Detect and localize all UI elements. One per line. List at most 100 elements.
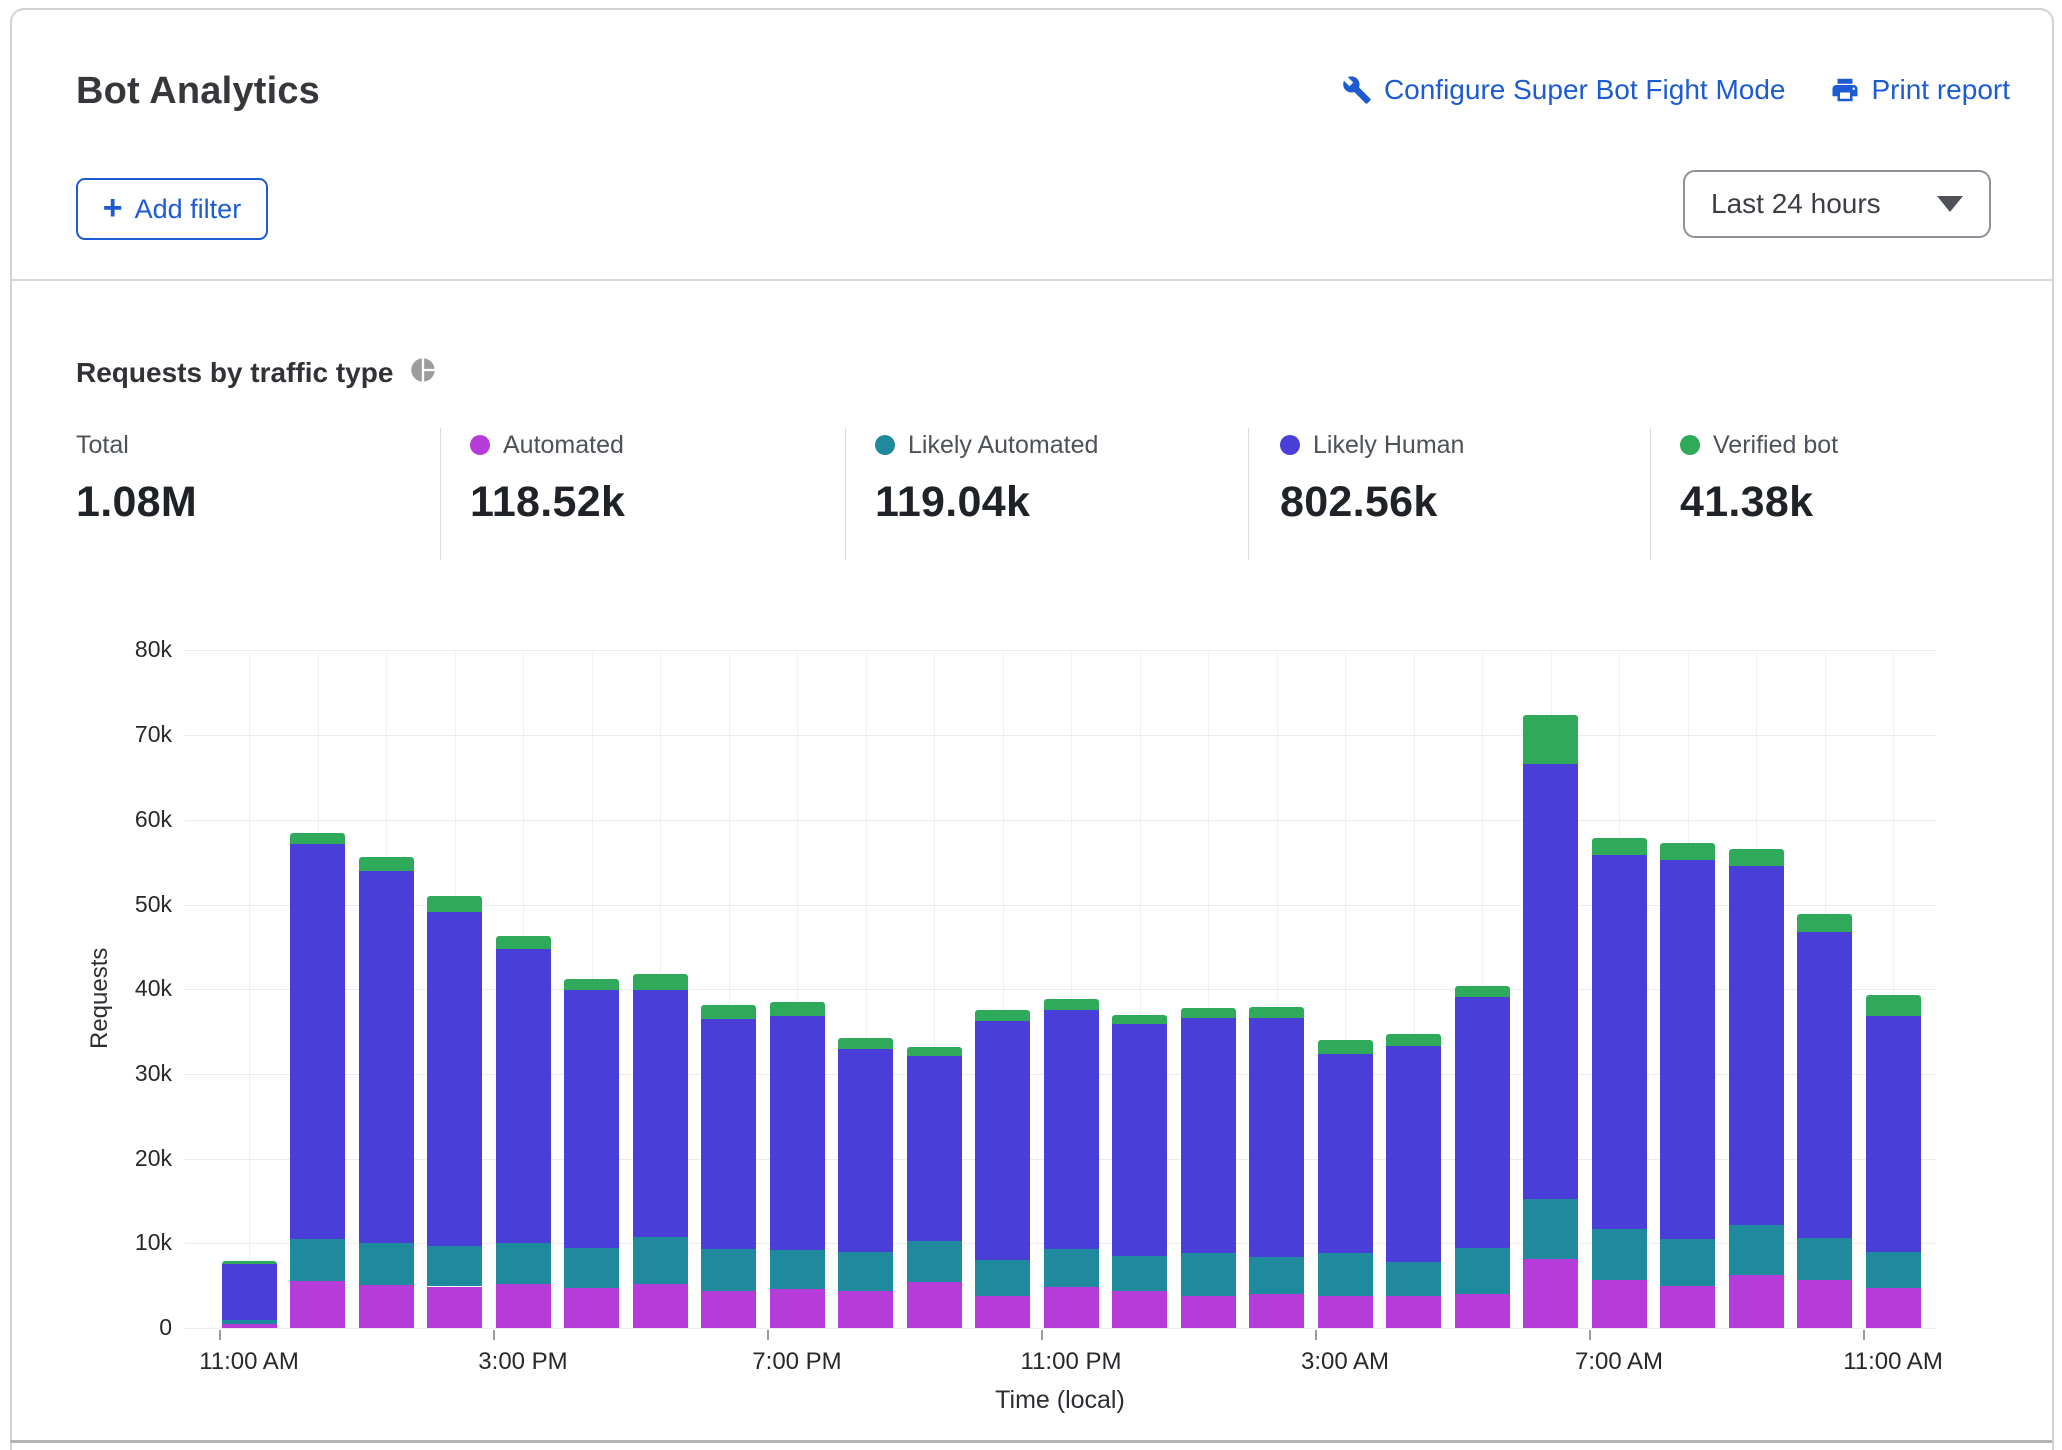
segment-likely-human	[564, 990, 619, 1248]
segment-likely-human	[1112, 1024, 1167, 1256]
segment-likely-human	[427, 912, 482, 1246]
time-range-dropdown[interactable]: Last 24 hours	[1683, 170, 1991, 238]
print-report-link[interactable]: Print report	[1830, 74, 2011, 106]
segment-likely-automated	[496, 1243, 551, 1284]
segment-likely-automated	[222, 1320, 277, 1324]
chart-bar[interactable]	[1866, 650, 1921, 1328]
chart-bar[interactable]	[1729, 650, 1784, 1328]
chart-bar[interactable]	[701, 650, 756, 1328]
y-axis-tick-label: 40k	[60, 975, 172, 1002]
y-axis-tick-label: 0	[60, 1314, 172, 1341]
x-axis-tick-label: 3:00 AM	[1245, 1348, 1445, 1376]
segment-verified-bot	[770, 1002, 825, 1016]
time-range-value: Last 24 hours	[1711, 188, 1881, 220]
configure-super-bot-fight-mode-link[interactable]: Configure Super Bot Fight Mode	[1342, 74, 1786, 106]
segment-verified-bot	[359, 857, 414, 871]
segment-verified-bot	[1044, 999, 1099, 1011]
x-axis-tick	[1041, 1330, 1043, 1340]
chart-bar[interactable]	[427, 650, 482, 1328]
segment-likely-automated	[290, 1239, 345, 1281]
segment-likely-automated	[1181, 1253, 1236, 1295]
chart-bar[interactable]	[907, 650, 962, 1328]
chart-bar[interactable]	[1318, 650, 1373, 1328]
chart-bar[interactable]	[1044, 650, 1099, 1328]
segment-likely-human	[1181, 1018, 1236, 1253]
chart-bar[interactable]	[1386, 650, 1441, 1328]
stat-likely-human: Likely Human 802.56k	[1280, 430, 1464, 527]
segment-likely-human	[1318, 1054, 1373, 1253]
x-axis-tick-label: 7:00 PM	[697, 1348, 897, 1376]
chart-bar[interactable]	[1455, 650, 1510, 1328]
likely-automated-legend-dot	[875, 435, 895, 455]
segment-likely-human	[1797, 932, 1852, 1238]
chart-bar[interactable]	[1181, 650, 1236, 1328]
segment-automated	[222, 1324, 277, 1328]
chart-bar[interactable]	[1523, 650, 1578, 1328]
page-title: Bot Analytics	[76, 70, 320, 113]
segment-likely-human	[1866, 1016, 1921, 1251]
segment-verified-bot	[290, 833, 345, 844]
chart-bar[interactable]	[290, 650, 345, 1328]
segment-automated	[633, 1284, 688, 1328]
chart-bar[interactable]	[633, 650, 688, 1328]
stat-likely-human-label: Likely Human	[1313, 431, 1464, 460]
chart-bar[interactable]	[1797, 650, 1852, 1328]
segment-verified-bot	[1249, 1007, 1304, 1018]
y-axis-tick-label: 80k	[60, 636, 172, 663]
segment-automated	[1249, 1294, 1304, 1328]
segment-automated	[1318, 1296, 1373, 1328]
chart-bar[interactable]	[1660, 650, 1715, 1328]
stat-divider	[1248, 428, 1249, 560]
segment-verified-bot	[1181, 1008, 1236, 1018]
segment-likely-human	[1523, 764, 1578, 1199]
segment-likely-human	[701, 1019, 756, 1249]
y-axis-tick-label: 70k	[60, 721, 172, 748]
stat-total: Total 1.08M	[76, 430, 197, 527]
segment-automated	[1044, 1287, 1099, 1328]
segment-likely-automated	[907, 1241, 962, 1282]
chart-bar[interactable]	[838, 650, 893, 1328]
chart-bar[interactable]	[1112, 650, 1167, 1328]
x-axis-tick-label: 7:00 AM	[1519, 1348, 1719, 1376]
segment-automated	[975, 1296, 1030, 1328]
segment-verified-bot	[838, 1038, 893, 1049]
x-axis-tick	[1863, 1330, 1865, 1340]
chart-bar[interactable]	[564, 650, 619, 1328]
segment-automated	[1729, 1275, 1784, 1328]
segment-likely-automated	[975, 1260, 1030, 1296]
plus-icon: +	[103, 191, 123, 225]
segment-likely-automated	[564, 1248, 619, 1288]
stat-automated-label: Automated	[503, 431, 624, 460]
segment-likely-automated	[838, 1252, 893, 1291]
segment-verified-bot	[701, 1005, 756, 1019]
stat-verified-bot-value: 41.38k	[1680, 478, 1838, 527]
chart-bar[interactable]	[1592, 650, 1647, 1328]
likely-human-legend-dot	[1280, 435, 1300, 455]
segment-verified-bot	[1386, 1034, 1441, 1046]
chart-bar[interactable]	[975, 650, 1030, 1328]
segment-automated	[907, 1282, 962, 1328]
stat-likely-automated-value: 119.04k	[875, 478, 1098, 527]
stat-total-value: 1.08M	[76, 478, 197, 527]
segment-likely-automated	[359, 1243, 414, 1284]
segment-automated	[496, 1284, 551, 1328]
add-filter-button[interactable]: + Add filter	[76, 178, 268, 240]
segment-verified-bot	[496, 936, 551, 949]
segment-automated	[1660, 1286, 1715, 1328]
chart-bar[interactable]	[770, 650, 825, 1328]
chart-bar[interactable]	[1249, 650, 1304, 1328]
segment-verified-bot	[1660, 843, 1715, 860]
wrench-icon	[1342, 75, 1372, 105]
x-axis-title: Time (local)	[860, 1386, 1260, 1415]
segment-likely-automated	[427, 1246, 482, 1287]
x-axis-tick-label: 11:00 PM	[971, 1348, 1171, 1376]
chart-bar[interactable]	[359, 650, 414, 1328]
chart-bar[interactable]	[496, 650, 551, 1328]
y-axis-tick-label: 10k	[60, 1229, 172, 1256]
y-axis-tick-label: 20k	[60, 1145, 172, 1172]
chart-bar[interactable]	[222, 650, 277, 1328]
stat-verified-bot-label: Verified bot	[1713, 431, 1838, 460]
segment-likely-human	[222, 1264, 277, 1320]
segment-automated	[1386, 1296, 1441, 1328]
segment-likely-automated	[1386, 1262, 1441, 1296]
